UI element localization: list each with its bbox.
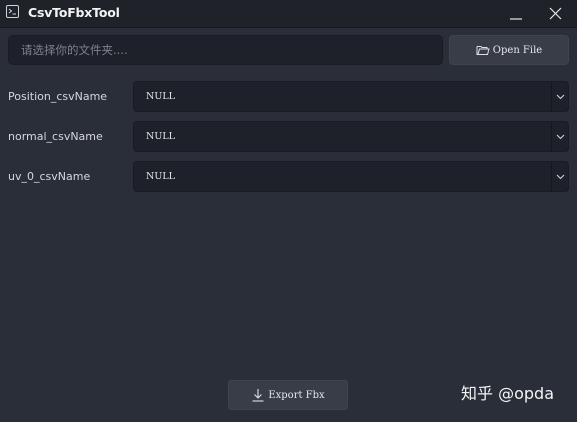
chevron-down-icon [551, 162, 568, 191]
terminal-icon [6, 5, 19, 18]
minimize-button[interactable] [498, 0, 534, 27]
window-title: CsvToFbxTool [28, 5, 120, 20]
close-button[interactable] [537, 0, 573, 27]
export-fbx-label: Export Fbx [268, 389, 325, 401]
uv0-csv-value: NULL [146, 171, 175, 182]
normal-csv-select[interactable]: NULL [133, 121, 569, 152]
open-file-label: Open File [492, 44, 543, 56]
open-file-button[interactable]: Open File [449, 35, 569, 65]
normal-csv-label: normal_csvName [8, 130, 103, 143]
download-icon [251, 388, 265, 402]
position-csv-value: NULL [146, 91, 175, 102]
folder-path-input[interactable] [8, 35, 443, 65]
normal-csv-value: NULL [146, 131, 175, 142]
uv0-csv-label: uv_0_csvName [8, 170, 91, 183]
close-icon [549, 7, 562, 19]
title-bar[interactable]: CsvToFbxTool [0, 0, 577, 28]
position-csv-select[interactable]: NULL [133, 81, 569, 112]
export-fbx-button[interactable]: Export Fbx [228, 380, 348, 410]
position-csv-label: Position_csvName [8, 90, 108, 103]
watermark: 知乎 @opda [461, 384, 554, 403]
app-window: CsvToFbxTool Open File Position_csvName … [0, 0, 577, 422]
minimize-icon [510, 17, 522, 20]
folder-icon [476, 44, 490, 56]
chevron-down-icon [551, 82, 568, 111]
uv0-csv-select[interactable]: NULL [133, 161, 569, 192]
chevron-down-icon [551, 122, 568, 151]
